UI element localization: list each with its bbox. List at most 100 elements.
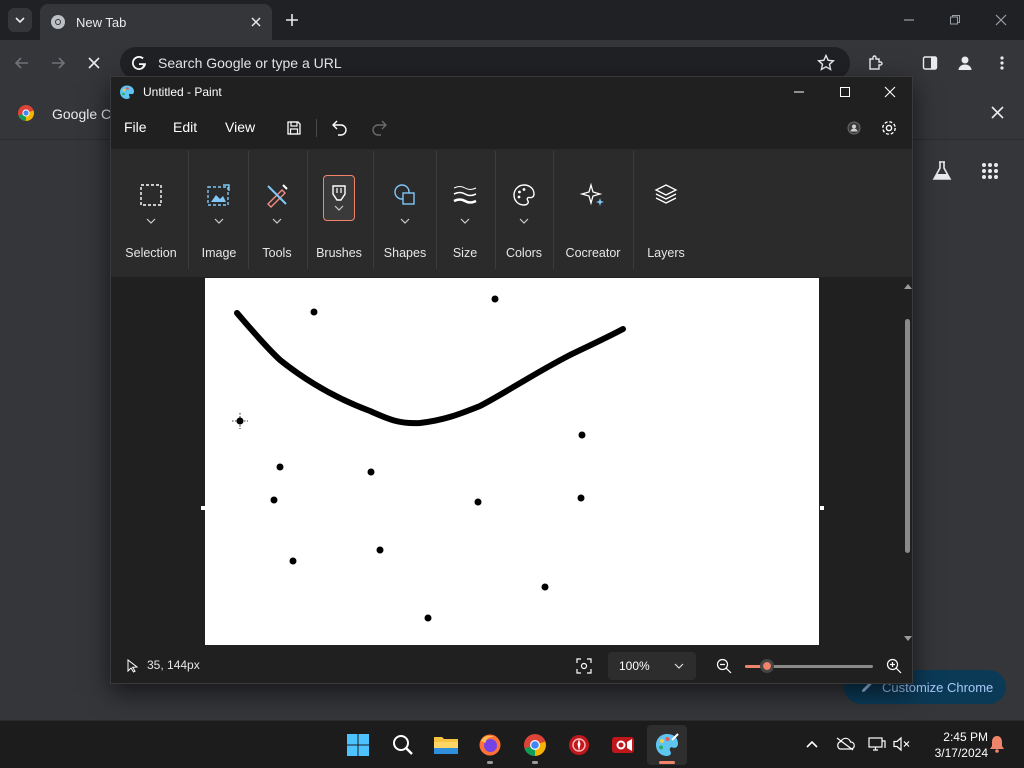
chevron-down-icon — [674, 663, 684, 669]
app-red-icon — [569, 735, 589, 755]
dot — [270, 496, 278, 504]
firefox-icon — [479, 734, 501, 756]
extensions-button[interactable] — [864, 51, 888, 75]
chrome-restore-button[interactable] — [943, 8, 967, 32]
forward-button[interactable] — [46, 51, 70, 75]
back-button[interactable] — [10, 51, 34, 75]
paint-status-bar: 35, 144px 100% — [111, 649, 912, 683]
taskbar-search[interactable] — [383, 725, 423, 765]
kebab-menu-icon — [1000, 56, 1004, 70]
chevron-down-icon — [460, 215, 470, 227]
drawing-canvas[interactable] — [205, 278, 819, 645]
ribbon-divider — [633, 151, 634, 269]
profile-icon — [958, 56, 972, 70]
taskbar-paint[interactable] — [647, 725, 687, 765]
tray-volume[interactable] — [891, 733, 913, 755]
tools-group[interactable]: Tools — [249, 149, 305, 277]
cocreator-group[interactable]: Cocreator — [559, 149, 627, 277]
tray-network[interactable] — [866, 733, 888, 755]
canvas-drawing — [232, 295, 626, 622]
fit-to-window-icon[interactable] — [576, 658, 592, 674]
dot — [376, 546, 384, 554]
dot — [310, 308, 318, 316]
resize-handle-right[interactable] — [820, 506, 824, 510]
pointer-icon — [127, 659, 139, 673]
labs-flask-icon[interactable] — [931, 160, 953, 182]
layers-icon — [648, 177, 684, 213]
profile-button[interactable] — [953, 51, 977, 75]
tray-onedrive[interactable] — [834, 733, 856, 755]
tray-overflow-button[interactable] — [801, 733, 823, 755]
canvas-area — [111, 277, 912, 649]
selection-group[interactable]: Selection — [121, 149, 181, 277]
taskbar-app-red[interactable] — [559, 725, 599, 765]
dot — [276, 463, 284, 471]
vertical-scrollbar[interactable] — [904, 283, 912, 643]
taskbar-start[interactable] — [338, 725, 378, 765]
chrome-icon — [524, 734, 546, 757]
puzzle-icon — [869, 55, 883, 70]
colors-group[interactable]: Colors — [495, 149, 553, 277]
tab-search-button[interactable] — [8, 8, 32, 32]
arrow-left-icon — [14, 57, 28, 69]
redo-button[interactable] — [367, 116, 391, 140]
dot — [577, 494, 585, 502]
layers-group[interactable]: Layers — [636, 149, 696, 277]
zoom-slider-thumb[interactable] — [759, 659, 774, 673]
chrome-minimize-button[interactable] — [897, 8, 921, 32]
chrome-tab-strip: New Tab — [0, 0, 1024, 40]
restore-icon — [950, 15, 960, 25]
taskbar-file-explorer[interactable] — [426, 725, 466, 765]
close-icon[interactable] — [991, 106, 1004, 119]
chrome-menu-button[interactable] — [990, 51, 1014, 75]
cocreator-label: Cocreator — [565, 246, 621, 260]
paint-minimize-button[interactable] — [776, 80, 822, 104]
new-tab-button[interactable] — [282, 10, 302, 30]
dot — [578, 431, 586, 439]
paint-maximize-button[interactable] — [822, 80, 868, 104]
close-tab-icon[interactable] — [250, 16, 262, 28]
save-button[interactable] — [282, 116, 306, 140]
omnibox[interactable]: Search Google or type a URL — [120, 47, 850, 79]
palette-icon — [506, 177, 542, 213]
close-icon — [884, 86, 896, 98]
paint-close-button[interactable] — [867, 80, 913, 104]
tray-notifications[interactable] — [986, 733, 1008, 755]
ribbon-divider — [373, 151, 374, 269]
size-group[interactable]: Size — [437, 149, 493, 277]
windows-taskbar: 2:45 PM 3/17/2024 — [0, 720, 1024, 768]
image-icon — [201, 177, 237, 213]
reload-button[interactable] — [82, 51, 106, 75]
bell-icon — [990, 736, 1004, 753]
shapes-group[interactable]: Shapes — [375, 149, 435, 277]
menu-view[interactable]: View — [225, 119, 255, 135]
side-panel-button[interactable] — [918, 51, 942, 75]
minimize-icon — [904, 19, 914, 21]
menu-file[interactable]: File — [124, 119, 147, 135]
volume-muted-icon — [893, 736, 910, 752]
settings-button[interactable] — [877, 116, 901, 140]
apps-grid-icon[interactable] — [981, 162, 999, 180]
account-icon — [847, 121, 861, 135]
zoom-in-icon[interactable] — [886, 658, 902, 674]
tab-title: New Tab — [76, 14, 127, 30]
zoom-select[interactable]: 100% — [608, 652, 696, 680]
undo-button[interactable] — [328, 116, 352, 140]
menu-edit[interactable]: Edit — [173, 119, 197, 135]
chevron-down-icon — [146, 215, 156, 227]
resize-handle-left[interactable] — [201, 506, 205, 510]
selection-icon — [133, 177, 169, 213]
bookmark-star-button[interactable] — [814, 51, 838, 75]
brushes-group[interactable]: Brushes — [309, 149, 369, 277]
taskbar-chrome[interactable] — [515, 725, 555, 765]
star-icon — [817, 54, 835, 71]
zoom-out-icon[interactable] — [716, 658, 732, 674]
chrome-close-button[interactable] — [989, 8, 1013, 32]
zoom-slider[interactable] — [745, 659, 873, 673]
taskbar-firefox[interactable] — [470, 725, 510, 765]
taskbar-clock[interactable]: 2:45 PM 3/17/2024 — [918, 729, 988, 761]
taskbar-recorder[interactable] — [603, 725, 643, 765]
image-group[interactable]: Image — [189, 149, 249, 277]
account-button[interactable] — [842, 116, 866, 140]
tab-new-tab[interactable]: New Tab — [40, 4, 272, 40]
